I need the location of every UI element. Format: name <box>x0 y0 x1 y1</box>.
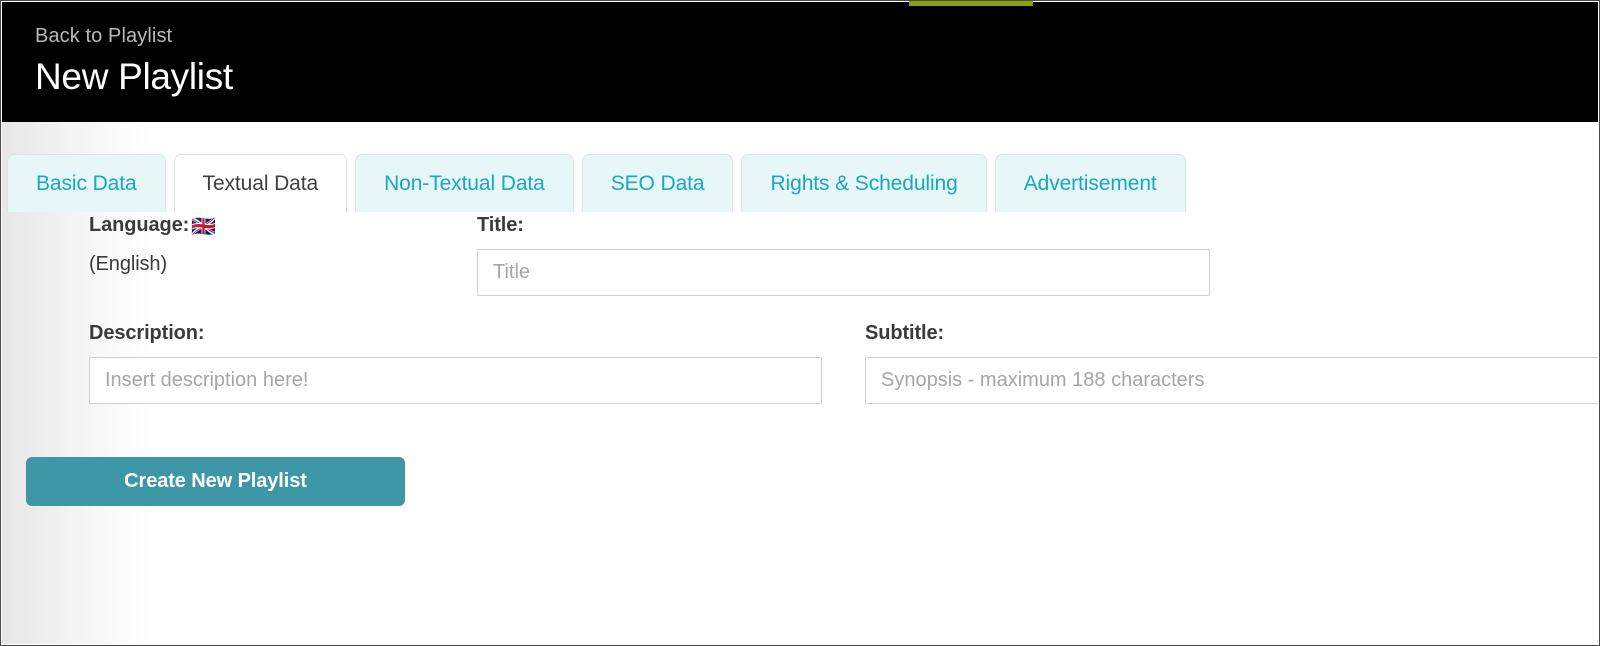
tab-label: Basic Data <box>36 171 137 195</box>
language-label: Language: 🇬🇧 <box>89 212 216 240</box>
tab-label: SEO Data <box>610 171 705 195</box>
title-input[interactable] <box>477 249 1210 296</box>
description-field: Description: <box>89 320 822 404</box>
tab-label: Textual Data <box>202 171 319 195</box>
page-header: Back to Playlist New Playlist <box>2 2 1598 122</box>
tab-rights-scheduling[interactable]: Rights & Scheduling <box>741 154 987 212</box>
tab-label: Advertisement <box>1023 171 1157 195</box>
subtitle-label: Subtitle: <box>865 322 945 344</box>
uk-flag-icon: 🇬🇧 <box>191 216 217 238</box>
tab-basic-data[interactable]: Basic Data <box>7 154 166 212</box>
playlist-editor-page: Back to Playlist New Playlist Basic Data… <box>0 0 1600 646</box>
title-field: Title: <box>477 212 1210 296</box>
subtitle-field: Subtitle: <box>865 320 1598 404</box>
top-accent-strip <box>909 1 1033 6</box>
description-label: Description: <box>89 322 205 344</box>
tab-textual-data[interactable]: Textual Data <box>173 154 348 212</box>
language-field: Language: 🇬🇧 (English) <box>89 212 216 277</box>
language-value: (English) <box>89 253 168 275</box>
tab-label: Rights & Scheduling <box>770 171 958 195</box>
create-new-playlist-button[interactable]: Create New Playlist <box>26 457 405 506</box>
tab-seo-data[interactable]: SEO Data <box>581 154 734 212</box>
page-title: New Playlist <box>35 56 233 97</box>
content-area: Basic Data Textual Data Non-Textual Data… <box>2 122 1598 644</box>
back-to-playlist-link[interactable]: Back to Playlist <box>35 24 172 48</box>
tab-non-textual-data[interactable]: Non-Textual Data <box>355 154 574 212</box>
subtitle-input[interactable] <box>865 357 1598 404</box>
tab-label: Non-Textual Data <box>384 171 545 195</box>
tab-bar: Basic Data Textual Data Non-Textual Data… <box>2 153 1194 212</box>
language-label-text: Language: <box>89 214 190 236</box>
tab-advertisement[interactable]: Advertisement <box>994 154 1186 212</box>
description-input[interactable] <box>89 357 822 404</box>
title-label: Title: <box>477 214 524 236</box>
